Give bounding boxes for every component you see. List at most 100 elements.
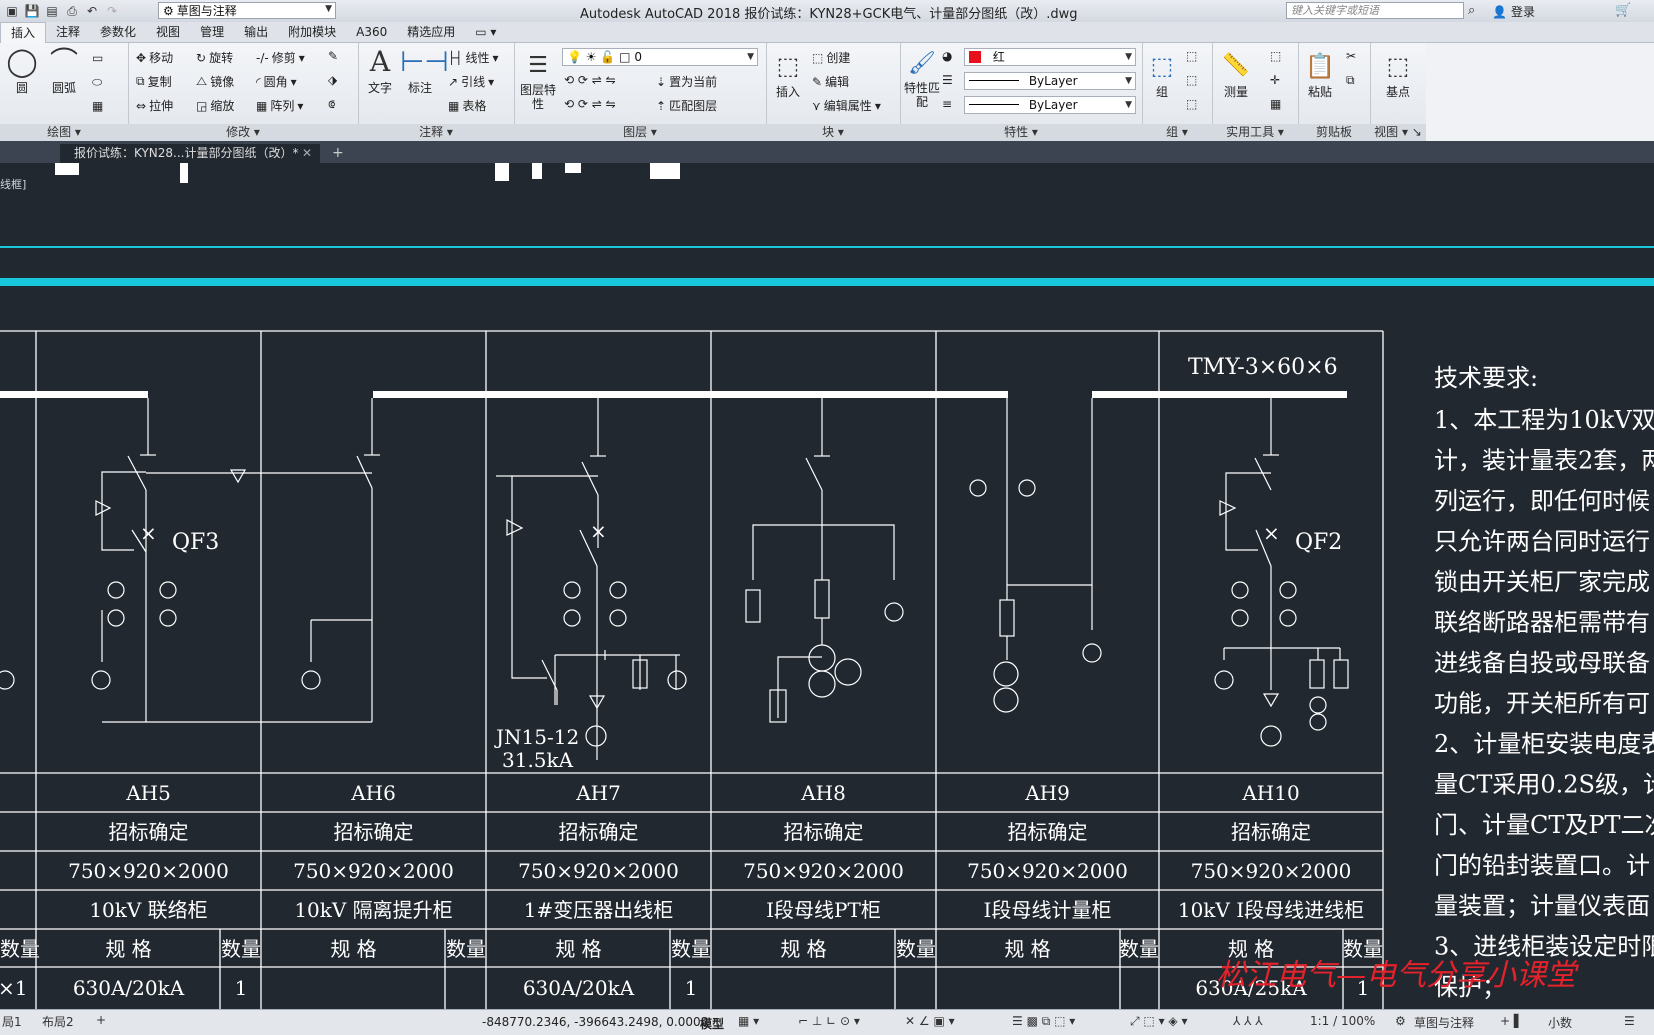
save-as-icon[interactable]: ▤ (44, 3, 60, 19)
snap-icon[interactable]: ⌐ ⊥ ∟ ⊙ ▾ (798, 1014, 860, 1028)
status-workspace[interactable]: 草图与注释 (1414, 1014, 1474, 1031)
tab-5[interactable]: 输出 (234, 22, 278, 42)
paste-button[interactable]: 📋 粘贴 (1300, 49, 1340, 100)
groups-panel-title[interactable]: 组 ▾ (1142, 124, 1212, 141)
rectangle-icon[interactable]: ▭ (92, 51, 103, 65)
linear-button[interactable]: ├┤ 线性 ▾ (448, 49, 499, 66)
new-tab-plus-icon[interactable]: + (332, 145, 344, 161)
tab-7[interactable]: A360 (346, 22, 397, 42)
add-icon[interactable]: + ▌ (1500, 1014, 1523, 1028)
layout-tab-2[interactable]: 布局2 (42, 1013, 74, 1030)
redo-icon[interactable]: ↷ (104, 3, 120, 19)
layer-properties-button[interactable]: ☰ 图层特性 (516, 49, 560, 111)
color-wheel-icon[interactable]: ◕ (942, 49, 952, 63)
group-select-icon[interactable]: ⬚ (1186, 97, 1197, 111)
units-label[interactable]: 小数 (1548, 1014, 1572, 1031)
offset-icon[interactable]: ⟃ (328, 97, 335, 112)
match-layer-button[interactable]: ⇡ 匹配图层 (656, 97, 717, 114)
close-icon[interactable]: ✕ (302, 144, 312, 163)
scale-button[interactable]: ◲ 缩放 (196, 97, 234, 114)
edit-attributes-button[interactable]: ⋎ 编辑属性 ▾ (812, 97, 881, 114)
match-properties-button[interactable]: 🖌 特性匹配 (902, 47, 942, 109)
layer-dropdown[interactable]: 💡 ☀ 🔓 □ 0 ▼ (562, 48, 758, 66)
tab-6[interactable]: 附加模块 (278, 22, 346, 42)
explode-icon[interactable]: ⬗ (328, 73, 337, 87)
arc-button[interactable]: ⌒ 圆弧 (44, 45, 84, 96)
erase-icon[interactable]: ✎ (328, 49, 338, 63)
binoculars-icon[interactable]: ⌕ (1468, 3, 1475, 18)
modify-panel-title[interactable]: 修改 ▾ (128, 124, 358, 141)
layer-tools-icons[interactable]: ⟲ ⟳ ⇌ ⇋ (564, 73, 616, 87)
dimension-button[interactable]: ⊢⊣ 标注 (400, 45, 449, 96)
model-space-button[interactable]: 模型 (700, 1015, 724, 1032)
layout-tab-1[interactable]: 局1 (2, 1013, 22, 1030)
create-block-button[interactable]: ⬚ 创建 (812, 49, 850, 66)
array-button[interactable]: ▦ 阵列 ▾ (256, 97, 303, 114)
zoom-scale[interactable]: 1:1 / 100% (1310, 1014, 1375, 1028)
workspace-gear-icon[interactable]: ⚙ (1395, 1014, 1406, 1028)
insert-button[interactable]: ⬚ 插入 (768, 49, 808, 100)
edit-block-button[interactable]: ✎ 编辑 (812, 73, 849, 90)
cut-icon[interactable]: ✂ (1346, 49, 1356, 63)
fillet-button[interactable]: ◜ 圆角 ▾ (256, 73, 297, 90)
move-button[interactable]: ✥ 移动 (136, 49, 173, 66)
utilities-panel-title[interactable]: 实用工具 ▾ (1212, 124, 1298, 141)
ribbon-toggle-icon[interactable]: ▭ ▾ (465, 22, 506, 42)
rotate-button[interactable]: ↻ 旋转 (196, 49, 233, 66)
tab-2[interactable]: 参数化 (90, 22, 146, 42)
view-panel-title[interactable]: 视图 ▾ ↘ (1370, 124, 1426, 141)
new-file-icon[interactable]: ▣ (4, 3, 20, 19)
tab-1[interactable]: 注释 (46, 22, 90, 42)
clipboard-panel-title[interactable]: 剪贴板 (1298, 124, 1370, 141)
tab-0[interactable]: 插入 (0, 21, 47, 43)
group-edit-icon[interactable]: ⬚ (1186, 73, 1197, 87)
circle-button[interactable]: ◯ 圆 (2, 45, 42, 96)
stretch-button[interactable]: ⇔ 拉伸 (136, 97, 173, 114)
quick-select-icon[interactable]: ⬚ (1270, 49, 1281, 63)
tab-8[interactable]: 精选应用 (397, 22, 465, 42)
linetype-dropdown[interactable]: ByLayer ▼ (964, 72, 1136, 90)
customize-icon[interactable]: ☰ (1624, 1014, 1635, 1028)
lineweight-dropdown[interactable]: ByLayer ▼ (964, 96, 1136, 114)
tab-4[interactable]: 管理 (190, 22, 234, 42)
block-panel-title[interactable]: 块 ▾ (766, 124, 900, 141)
layer-tools-2-icons[interactable]: ⟲ ⟳ ⇌ ⇋ (564, 97, 616, 111)
osnap-icon[interactable]: ✕ ∠ ▣ ▾ (905, 1014, 955, 1028)
add-layout-plus-icon[interactable]: + (96, 1013, 106, 1027)
table-button[interactable]: ▦ 表格 (448, 97, 486, 114)
print-icon[interactable]: ⎙ (64, 3, 80, 19)
text-button[interactable]: A 文字 (360, 45, 400, 96)
ellipse-icon[interactable]: ⬭ (92, 75, 102, 90)
group-button[interactable]: ⬚ 组 (1142, 49, 1182, 100)
document-tab[interactable]: 报价试练：KYN28...计量部分图纸（改）* ✕ (60, 144, 320, 163)
annotation-panel-title[interactable]: 注释 ▾ (358, 124, 514, 141)
viewport-label[interactable]: 线框] (0, 176, 26, 192)
undo-icon[interactable]: ↶ (84, 3, 100, 19)
point-icon[interactable]: ✛ (1270, 73, 1280, 87)
draw-panel-title[interactable]: 绘图 ▾ (0, 124, 128, 141)
cart-icon[interactable]: 🛒 (1615, 3, 1631, 18)
copy-clip-icon[interactable]: ⧉ (1346, 73, 1355, 88)
annotation-scale-icon[interactable]: ⅄ ⅄ ⅄ (1233, 1014, 1263, 1028)
measure-button[interactable]: 📏 测量 (1216, 49, 1256, 100)
hatch-icon[interactable]: ▦ (92, 99, 103, 113)
lineweight-toggle-icon[interactable]: ☰ ▩ ⧉ ⬚ ▾ (1012, 1014, 1075, 1029)
properties-panel-title[interactable]: 特性 ▾ (900, 124, 1142, 141)
leader-button[interactable]: ↗ 引线 ▾ (448, 73, 494, 90)
select-cycle-icon[interactable]: ⤢ ⬚ ▾ ◈ ▾ (1130, 1014, 1187, 1029)
ungroup-icon[interactable]: ⬚ (1186, 49, 1197, 63)
base-point-button[interactable]: ⬚ 基点 (1378, 49, 1418, 100)
search-input[interactable]: 键入关键字或短语 (1286, 2, 1464, 19)
trim-button[interactable]: -/- 修剪 ▾ (256, 49, 305, 66)
color-dropdown[interactable]: 红 ▼ (964, 48, 1136, 66)
login-button[interactable]: 👤 登录 (1492, 3, 1535, 20)
tab-3[interactable]: 视图 (146, 22, 190, 42)
copy-button[interactable]: ⧉ 复制 (136, 73, 172, 90)
mirror-button[interactable]: ⧍ 镜像 (196, 73, 234, 90)
calculator-icon[interactable]: ▦ (1270, 97, 1281, 111)
set-current-button[interactable]: ⇣ 置为当前 (656, 73, 717, 90)
workspace-dropdown[interactable]: ⚙ 草图与注释 ▼ (158, 2, 336, 19)
save-icon[interactable]: 💾 (24, 3, 40, 19)
layers-panel-title[interactable]: 图层 ▾ (514, 124, 766, 141)
grid-icon[interactable]: ▦ ▾ (738, 1014, 759, 1028)
